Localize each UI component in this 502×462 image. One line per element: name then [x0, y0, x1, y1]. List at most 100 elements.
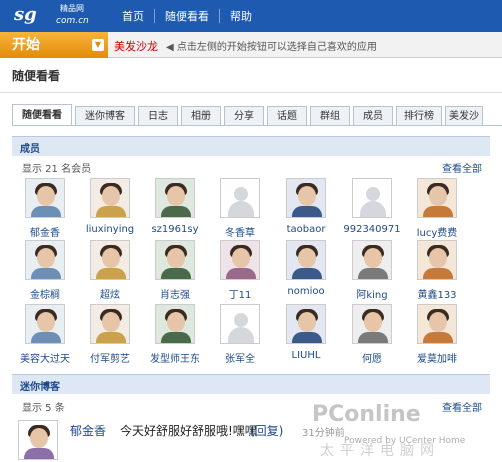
- avatar[interactable]: [417, 304, 457, 344]
- avatar[interactable]: [352, 304, 392, 344]
- avatar[interactable]: [352, 240, 392, 280]
- member-card[interactable]: 992340971: [343, 178, 401, 235]
- member-name-link[interactable]: 阿king: [343, 286, 401, 301]
- member-name-link[interactable]: 992340971: [343, 224, 401, 235]
- member-card[interactable]: nomioo: [277, 240, 335, 297]
- avatar[interactable]: [220, 304, 260, 344]
- member-name-link[interactable]: 肖志强: [146, 286, 204, 301]
- avatar-face: [37, 186, 55, 206]
- avatar-torso: [423, 332, 453, 343]
- page-title: 随便看看: [12, 69, 61, 83]
- member-card[interactable]: 肖志强: [146, 240, 204, 301]
- avatar[interactable]: [286, 178, 326, 218]
- blog-section-title: 迷你博客: [20, 382, 60, 393]
- avatar-face: [102, 186, 120, 206]
- member-name-link[interactable]: 超炫: [81, 286, 139, 301]
- member-card[interactable]: 阿king: [343, 240, 401, 301]
- member-card[interactable]: lucy费费: [408, 178, 466, 239]
- avatar[interactable]: [286, 240, 326, 280]
- avatar[interactable]: [417, 240, 457, 280]
- member-name-link[interactable]: sz1961sy: [146, 224, 204, 235]
- blog-view-all-link[interactable]: 查看全部: [442, 399, 482, 414]
- avatar-face: [37, 248, 55, 268]
- avatar[interactable]: [90, 304, 130, 344]
- avatar-face: [429, 186, 447, 206]
- avatar[interactable]: [155, 240, 195, 280]
- member-card[interactable]: taobaor: [277, 178, 335, 235]
- member-card[interactable]: liuxinying: [81, 178, 139, 235]
- avatar[interactable]: [417, 178, 457, 218]
- member-name-link[interactable]: lucy费费: [408, 224, 466, 239]
- member-card[interactable]: 发型师王东: [146, 304, 204, 365]
- tab-members[interactable]: 成员: [353, 106, 393, 126]
- tab-browse[interactable]: 随便看看: [12, 104, 72, 126]
- member-card[interactable]: 美容大过天: [16, 304, 74, 365]
- member-name-link[interactable]: 美容大过天: [16, 350, 74, 365]
- member-card[interactable]: LIUHL: [277, 304, 335, 361]
- current-app-link[interactable]: 美发沙龙: [114, 38, 158, 54]
- avatar[interactable]: [25, 240, 65, 280]
- member-name-link[interactable]: liuxinying: [81, 224, 139, 235]
- avatar[interactable]: [18, 420, 58, 460]
- member-card[interactable]: 郁金香: [16, 178, 74, 239]
- tab-mini-blog[interactable]: 迷你博客: [75, 106, 135, 126]
- nav-help[interactable]: 帮助: [220, 8, 262, 24]
- avatar[interactable]: [286, 304, 326, 344]
- member-name-link[interactable]: LIUHL: [277, 350, 335, 361]
- chevron-down-icon[interactable]: ▼: [92, 39, 104, 51]
- member-card[interactable]: 金棕榈: [16, 240, 74, 301]
- avatar[interactable]: [220, 178, 260, 218]
- avatar[interactable]: [155, 178, 195, 218]
- avatar[interactable]: [155, 304, 195, 344]
- avatar-torso: [31, 206, 61, 217]
- tab-salon[interactable]: 美发沙: [445, 106, 483, 126]
- member-name-link[interactable]: 黄鑫133: [408, 286, 466, 301]
- avatar[interactable]: [25, 304, 65, 344]
- member-card[interactable]: 张军全: [211, 304, 269, 365]
- blog-reply-link[interactable]: (回复): [250, 422, 283, 439]
- member-card[interactable]: 冬香草: [211, 178, 269, 239]
- members-section-header: 成员: [12, 136, 490, 156]
- tab-topic[interactable]: 话题: [267, 106, 307, 126]
- blog-count: 显示 5 条: [22, 403, 65, 414]
- member-card[interactable]: 超炫: [81, 240, 139, 301]
- blog-author-link[interactable]: 郁金香: [70, 422, 106, 439]
- avatar-face: [102, 248, 120, 268]
- member-name-link[interactable]: 发型师王东: [146, 350, 204, 365]
- member-card[interactable]: 黄鑫133: [408, 240, 466, 301]
- member-name-link[interactable]: 丁11: [211, 286, 269, 301]
- avatar-placeholder-body: [228, 327, 254, 343]
- avatar[interactable]: [220, 240, 260, 280]
- member-card[interactable]: 丁11: [211, 240, 269, 301]
- tab-rankings[interactable]: 排行榜: [396, 106, 442, 126]
- nav-home[interactable]: 首页: [112, 8, 154, 24]
- avatar[interactable]: [25, 178, 65, 218]
- member-card[interactable]: 何愿: [343, 304, 401, 365]
- tab-groups[interactable]: 群组: [310, 106, 350, 126]
- start-hint: ◀ 点击左侧的开始按钮可以选择自己喜欢的应用: [166, 42, 377, 53]
- member-card[interactable]: sz1961sy: [146, 178, 204, 235]
- start-label: 开始: [12, 37, 40, 53]
- member-card[interactable]: 爱莫加啡: [408, 304, 466, 365]
- tab-journal[interactable]: 日志: [138, 106, 178, 126]
- tab-share[interactable]: 分享: [224, 106, 264, 126]
- member-name-link[interactable]: 金棕榈: [16, 286, 74, 301]
- members-count: 显示 21 名会员: [22, 164, 92, 175]
- tab-album[interactable]: 相册: [181, 106, 221, 126]
- member-name-link[interactable]: nomioo: [277, 286, 335, 297]
- avatar[interactable]: [90, 178, 130, 218]
- member-name-link[interactable]: 冬香草: [211, 224, 269, 239]
- members-view-all-link[interactable]: 查看全部: [442, 160, 482, 175]
- avatar[interactable]: [90, 240, 130, 280]
- site-logo[interactable]: sg: [14, 4, 37, 25]
- member-name-link[interactable]: 何愿: [343, 350, 401, 365]
- top-header: sg 精品网 com.cn 首页 随便看看 帮助: [0, 0, 502, 32]
- nav-browse[interactable]: 随便看看: [155, 8, 219, 24]
- member-card[interactable]: 付军剪艺: [81, 304, 139, 365]
- member-name-link[interactable]: 付军剪艺: [81, 350, 139, 365]
- member-name-link[interactable]: 爱莫加啡: [408, 350, 466, 365]
- avatar[interactable]: [352, 178, 392, 218]
- member-name-link[interactable]: 张军全: [211, 350, 269, 365]
- member-name-link[interactable]: taobaor: [277, 224, 335, 235]
- member-name-link[interactable]: 郁金香: [16, 224, 74, 239]
